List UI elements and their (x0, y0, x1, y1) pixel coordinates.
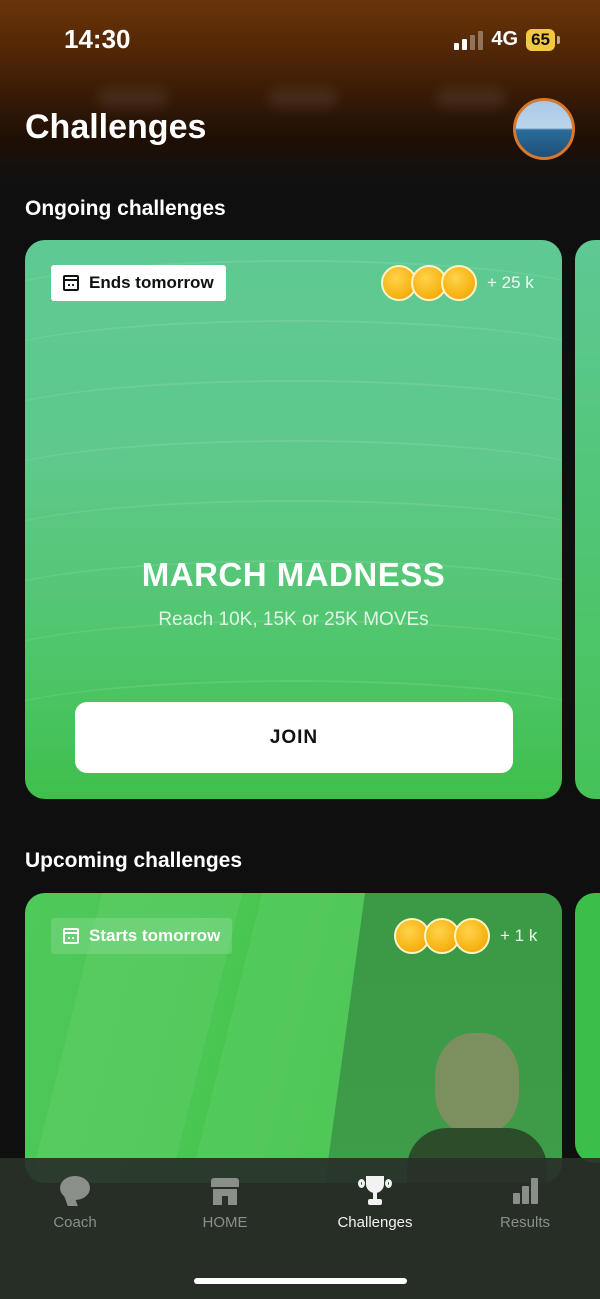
tab-label: Results (499, 1214, 551, 1231)
ongoing-section-title: Ongoing challenges (25, 197, 226, 220)
app-header: 14:30 4G 65 Challenges (0, 0, 600, 185)
status-time: 14:30 (64, 24, 131, 54)
store-icon (208, 1176, 242, 1206)
signal-icon (454, 30, 484, 50)
page-title: Challenges (25, 108, 207, 146)
bar-chart-icon (508, 1176, 542, 1206)
tab-coach[interactable]: Coach (15, 1176, 135, 1231)
person-image (435, 1033, 519, 1133)
upcoming-section-title: Upcoming challenges (25, 849, 243, 872)
challenge-description: Reach 10K, 15K or 25K MOVEs (158, 609, 429, 630)
calendar-icon (63, 275, 79, 291)
tab-label: Challenges (337, 1214, 413, 1231)
tab-home[interactable]: HOME (165, 1176, 285, 1231)
tab-results[interactable]: Results (465, 1176, 585, 1231)
ends-date-badge: Ends tomorrow (51, 265, 226, 301)
participant-count: + 25 k (487, 273, 534, 292)
participant-count: + 1 k (500, 926, 538, 945)
chat-bubble-icon (58, 1176, 92, 1206)
ongoing-challenge-card[interactable]: Ends tomorrow + 25 k MARCH MADNESS Reach… (25, 240, 562, 799)
avatar[interactable] (513, 98, 575, 160)
date-label: Starts tomorrow (89, 926, 221, 945)
coin-icon (454, 918, 490, 954)
coin-icon (441, 265, 477, 301)
tab-label: HOME (202, 1214, 248, 1231)
tab-challenges[interactable]: Challenges (315, 1176, 435, 1231)
next-upcoming-card-peek[interactable] (575, 893, 600, 1163)
battery-level: 65 (526, 28, 555, 51)
home-indicator (194, 1278, 407, 1284)
starts-date-badge: Starts tomorrow (51, 918, 233, 954)
calendar-icon (63, 928, 79, 944)
challenge-name: MARCH MADNESS (141, 556, 446, 593)
status-indicators: 4G 65 (454, 28, 560, 51)
next-ongoing-card-peek[interactable] (575, 240, 600, 799)
participants-group: + 25 k (381, 265, 534, 301)
battery-icon: 65 (526, 28, 560, 51)
date-label: Ends tomorrow (89, 273, 214, 292)
trophy-icon (358, 1176, 392, 1206)
network-type: 4G (491, 28, 519, 50)
tab-label: Coach (53, 1214, 97, 1231)
join-button[interactable]: JOIN (75, 702, 513, 773)
participants-group: + 1 k (394, 918, 537, 954)
upcoming-challenge-card[interactable]: Starts tomorrow + 1 k (25, 893, 562, 1183)
